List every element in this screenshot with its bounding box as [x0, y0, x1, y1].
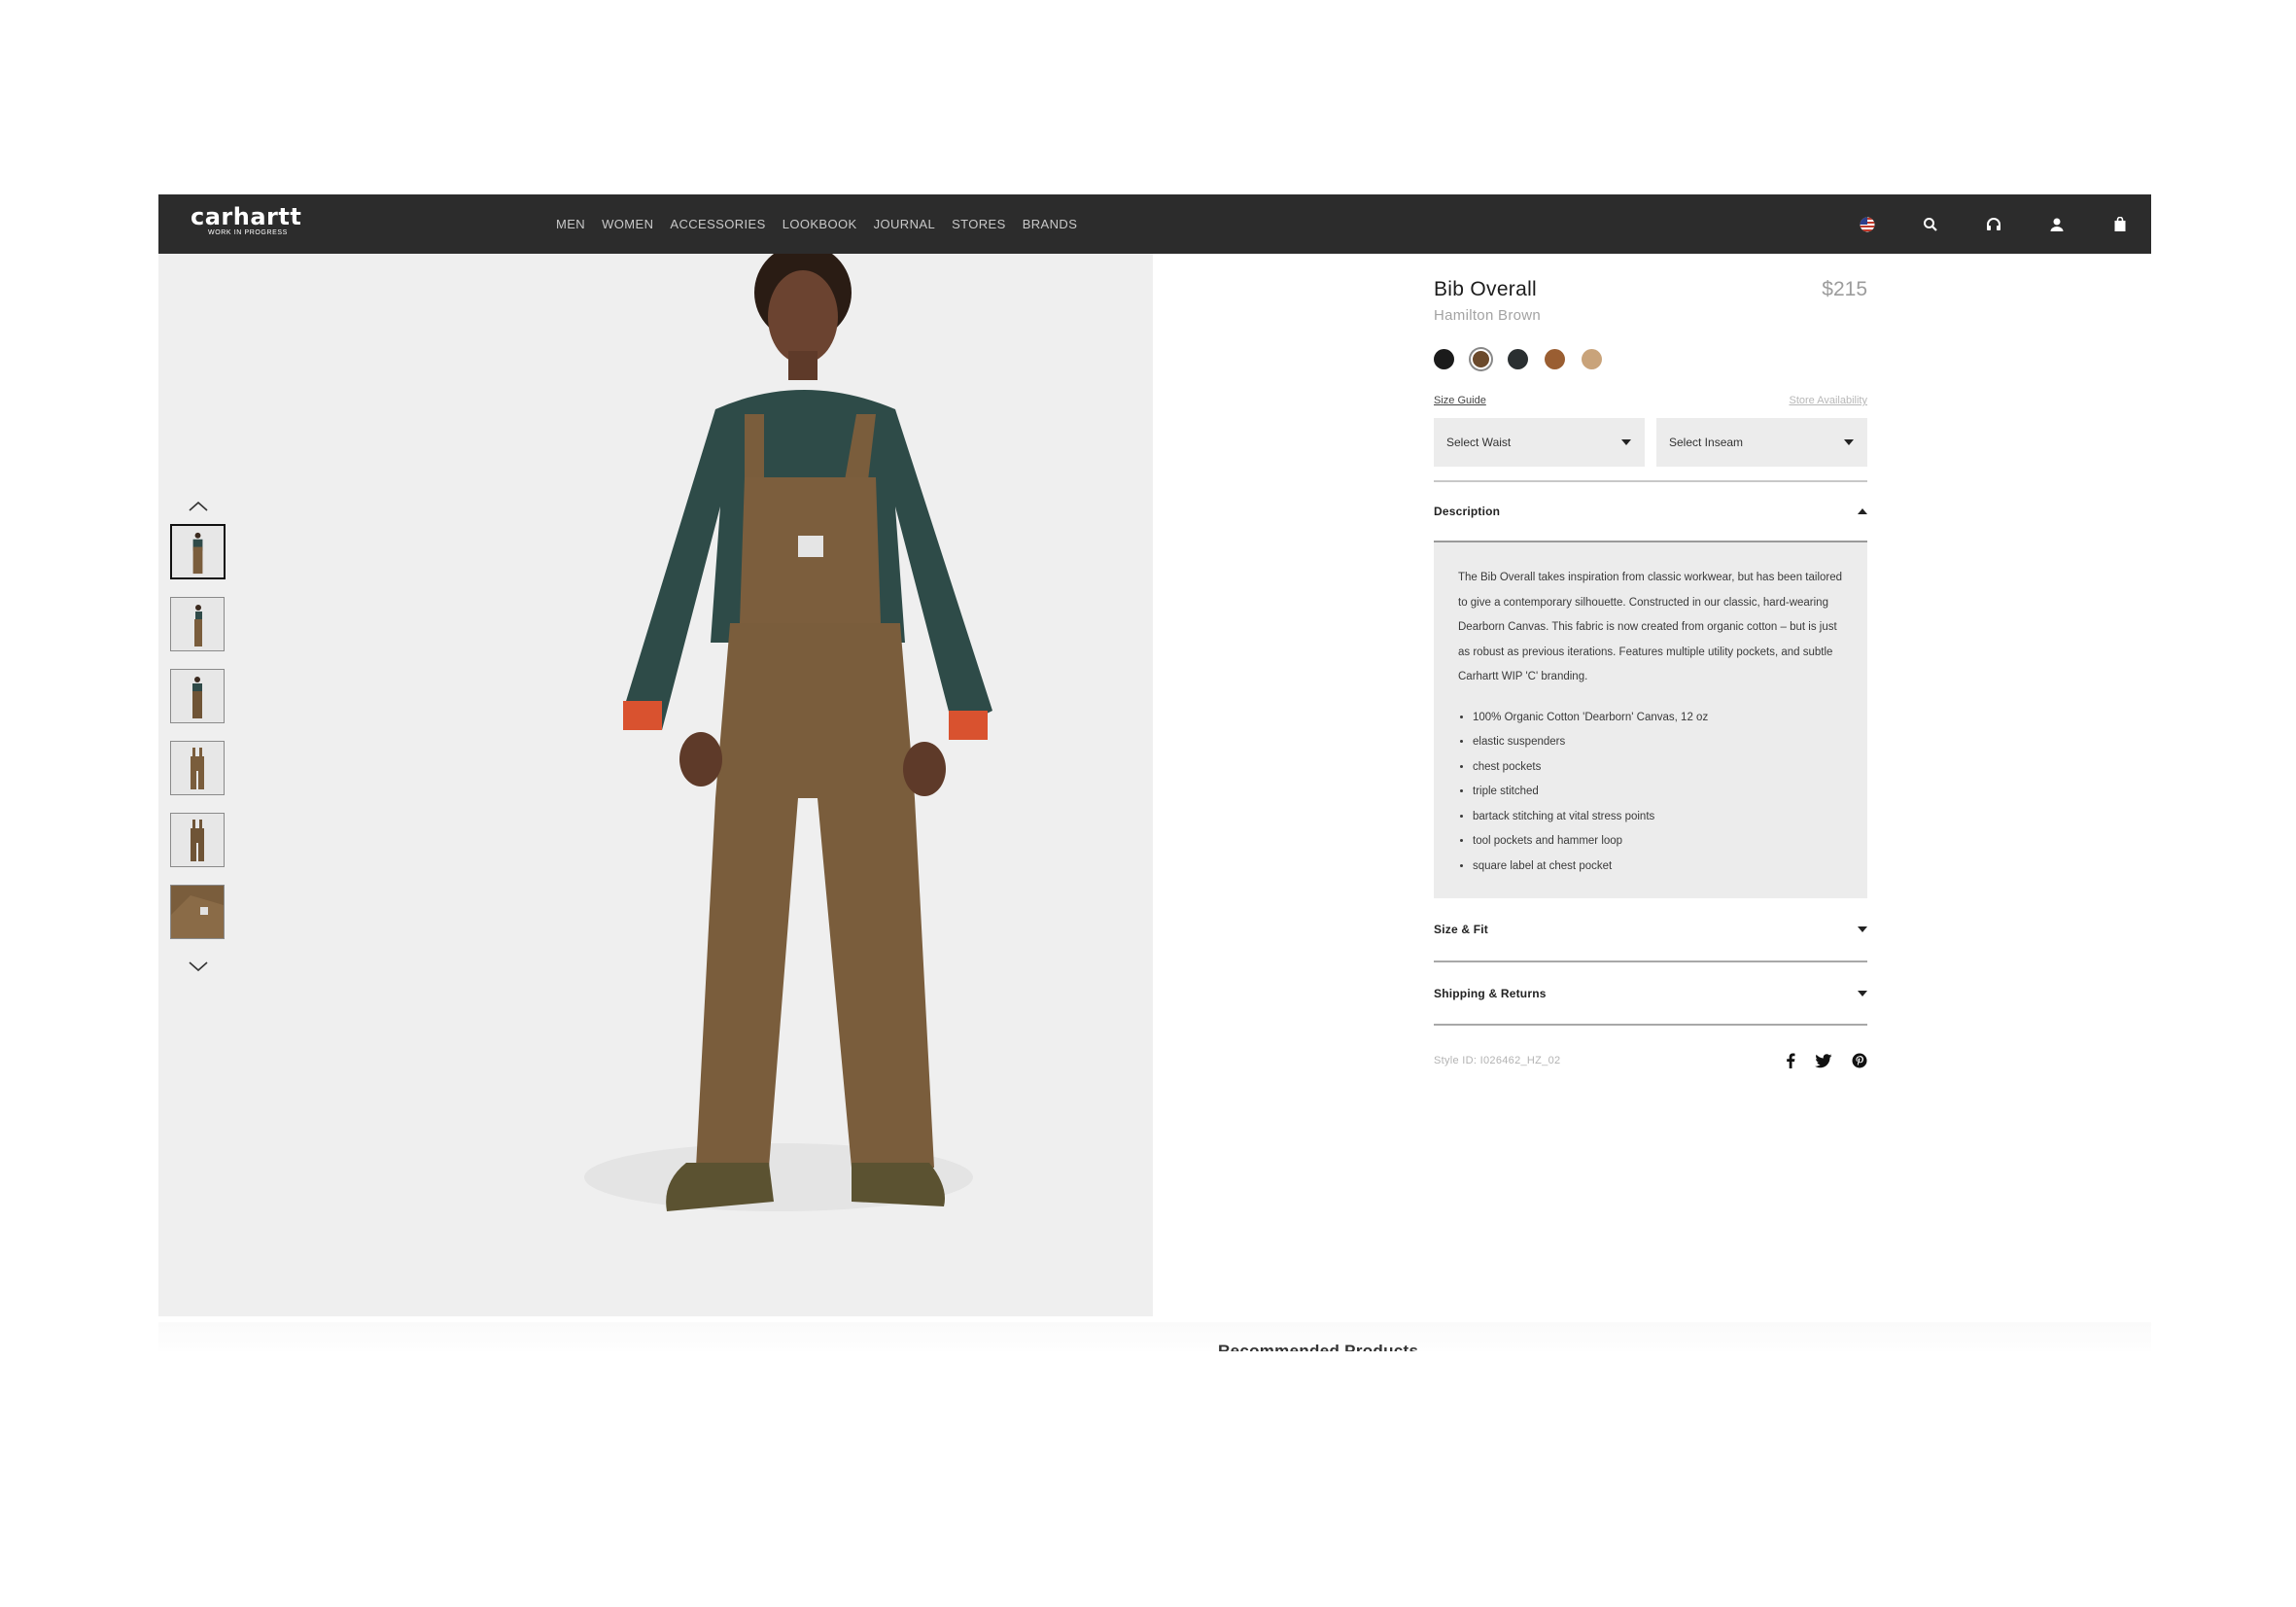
list-item: elastic suspenders: [1473, 730, 1844, 755]
user-icon[interactable]: [2047, 215, 2067, 234]
size-selectors: Select Waist Select Inseam: [1434, 418, 1867, 467]
nav-item-brands[interactable]: BRANDS: [1023, 217, 1078, 231]
swatch-rust-brown[interactable]: [1545, 349, 1565, 369]
us-flag-icon[interactable]: [1858, 215, 1877, 234]
product-name: Bib Overall: [1434, 278, 1538, 300]
nav-item-women[interactable]: WOMEN: [602, 217, 653, 231]
recommended-section: [158, 1322, 2151, 1351]
product-price: $215: [1822, 278, 1867, 300]
list-item: triple stitched: [1473, 780, 1844, 805]
search-icon[interactable]: [1921, 215, 1940, 234]
logo-wordmark: carhartt: [191, 203, 302, 230]
twitter-icon[interactable]: [1815, 1053, 1832, 1068]
swatch-black[interactable]: [1434, 349, 1454, 369]
product-main-image: [584, 254, 992, 1211]
swatch-hamilton-brown[interactable]: [1471, 349, 1491, 369]
header-icons: [1858, 194, 2130, 254]
product-color-name: Hamilton Brown: [1434, 307, 1542, 324]
list-item: chest pockets: [1473, 755, 1844, 781]
description-accordion-header[interactable]: Description: [1434, 482, 1867, 541]
size-links: Size Guide Store Availability: [1434, 395, 1867, 406]
caret-down-icon: [1844, 439, 1854, 445]
thumbnail-back[interactable]: [170, 669, 225, 723]
store-availability-link[interactable]: Store Availability: [1789, 395, 1867, 406]
logo-tagline: WORK IN PROGRESS: [208, 229, 288, 236]
title-row: Bib Overall $215: [1434, 278, 1867, 301]
top-navigation-bar: carhartt WORK IN PROGRESS MEN WOMEN ACCE…: [158, 194, 2151, 254]
swatch-dark-grey[interactable]: [1508, 349, 1528, 369]
list-item: square label at chest pocket: [1473, 855, 1844, 880]
description-text: The Bib Overall takes inspiration from c…: [1458, 572, 1843, 682]
size-fit-title: Size & Fit: [1434, 923, 1489, 936]
style-id: Style ID: I026462_HZ_02: [1434, 1055, 1561, 1066]
style-id-row: Style ID: I026462_HZ_02: [1434, 1053, 1867, 1068]
description-title: Description: [1434, 505, 1501, 518]
color-swatches: [1434, 349, 1867, 369]
headphones-icon[interactable]: [1984, 215, 2003, 234]
product-details: Bib Overall $215 Hamilton Brown Size Gui…: [1434, 278, 1867, 1068]
chevron-down-icon[interactable]: [170, 957, 226, 976]
thumbnail-detail[interactable]: [170, 885, 225, 939]
size-fit-accordion-header[interactable]: Size & Fit: [1434, 898, 1867, 961]
inseam-select-label: Select Inseam: [1669, 436, 1744, 449]
list-item: 100% Organic Cotton 'Dearborn' Canvas, 1…: [1473, 706, 1844, 731]
waist-select-label: Select Waist: [1446, 436, 1512, 449]
thumbnail-side[interactable]: [170, 597, 225, 651]
thumbnail-flat-front[interactable]: [170, 741, 225, 795]
list-item: tool pockets and hammer loop: [1473, 829, 1844, 855]
chevron-up-icon[interactable]: [170, 497, 226, 516]
thumbnail-front[interactable]: [170, 524, 226, 579]
nav-item-men[interactable]: MEN: [556, 217, 585, 231]
section-divider: [1434, 1024, 1867, 1026]
social-share: [1786, 1053, 1867, 1068]
list-item: bartack stitching at vital stress points: [1473, 805, 1844, 830]
recommended-title: Recommended Products: [1218, 1342, 1419, 1351]
description-body: The Bib Overall takes inspiration from c…: [1434, 541, 1867, 898]
bag-icon[interactable]: [2110, 215, 2130, 234]
main-menu: MEN WOMEN ACCESSORIES LOOKBOOK JOURNAL S…: [556, 194, 1077, 254]
swatch-dusty-tan[interactable]: [1582, 349, 1602, 369]
caret-up-icon: [1858, 508, 1867, 514]
caret-down-icon: [1621, 439, 1631, 445]
product-gallery: [158, 254, 1153, 1316]
thumbnail-rail: [170, 497, 226, 976]
nav-item-journal[interactable]: JOURNAL: [874, 217, 935, 231]
nav-item-accessories[interactable]: ACCESSORIES: [670, 217, 765, 231]
nav-item-stores[interactable]: STORES: [952, 217, 1006, 231]
waist-select[interactable]: Select Waist: [1434, 418, 1645, 467]
thumbnail-flat-back[interactable]: [170, 813, 225, 867]
pinterest-icon[interactable]: [1852, 1053, 1867, 1068]
shipping-title: Shipping & Returns: [1434, 986, 1547, 1000]
size-guide-link[interactable]: Size Guide: [1434, 395, 1486, 406]
inseam-select[interactable]: Select Inseam: [1656, 418, 1867, 467]
caret-down-icon: [1858, 926, 1867, 932]
shipping-accordion-header[interactable]: Shipping & Returns: [1434, 962, 1867, 1024]
description-bullets: 100% Organic Cotton 'Dearborn' Canvas, 1…: [1458, 706, 1844, 880]
page-frame: carhartt WORK IN PROGRESS MEN WOMEN ACCE…: [158, 194, 2151, 1351]
nav-item-lookbook[interactable]: LOOKBOOK: [783, 217, 857, 231]
caret-down-icon: [1858, 990, 1867, 996]
facebook-icon[interactable]: [1786, 1053, 1795, 1068]
brand-logo[interactable]: carhartt WORK IN PROGRESS: [191, 204, 301, 237]
